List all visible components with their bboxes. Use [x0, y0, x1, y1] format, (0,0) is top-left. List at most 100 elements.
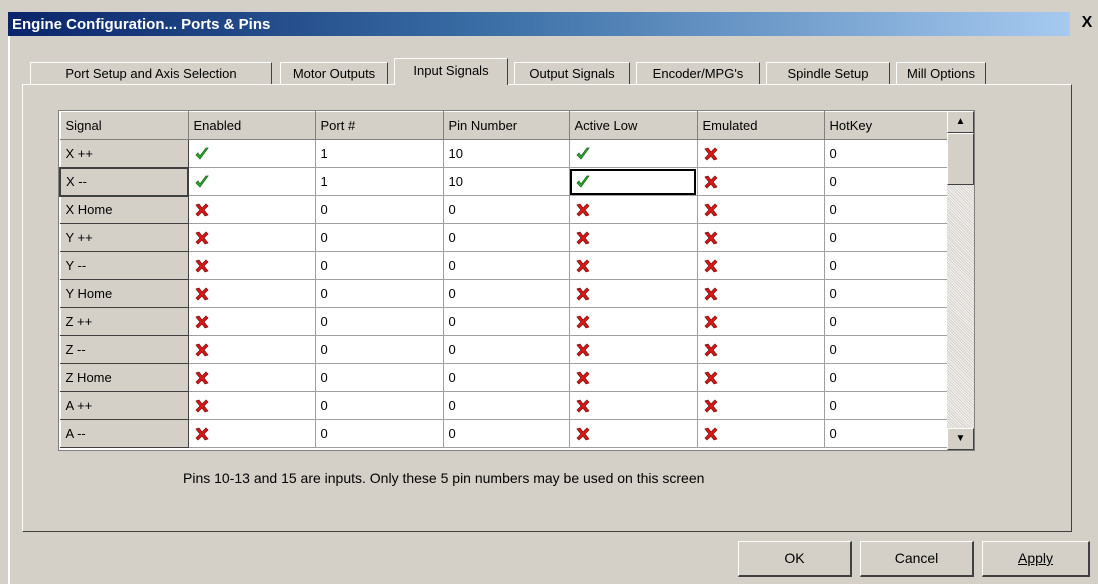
tab-encoder-mpg-s[interactable]: Encoder/MPG's [636, 62, 760, 84]
tab-spindle-setup[interactable]: Spindle Setup [766, 62, 890, 84]
enabled-cell[interactable] [188, 363, 316, 392]
hotkey-cell[interactable]: 0 [824, 391, 955, 420]
vertical-scrollbar[interactable]: ▲ ▼ [947, 111, 974, 450]
active-low-cell[interactable] [569, 279, 698, 308]
close-icon[interactable]: X [1078, 14, 1096, 32]
enabled-cell[interactable] [188, 307, 316, 336]
pin-number-cell[interactable]: 0 [443, 363, 570, 392]
port-cell[interactable]: 0 [315, 419, 444, 448]
port-cell[interactable]: 0 [315, 279, 444, 308]
port-cell[interactable]: 0 [315, 195, 444, 224]
column-header-signal[interactable]: Signal [59, 111, 189, 140]
active-low-cell[interactable] [569, 195, 698, 224]
active-low-cell[interactable] [569, 167, 698, 196]
active-low-cell[interactable] [569, 307, 698, 336]
pin-number-cell[interactable]: 0 [443, 419, 570, 448]
port-cell[interactable]: 0 [315, 251, 444, 280]
apply-button[interactable]: Apply [982, 541, 1090, 577]
active-low-cell[interactable] [569, 391, 698, 420]
hotkey-cell[interactable]: 0 [824, 279, 955, 308]
emulated-cell[interactable] [697, 419, 825, 448]
active-low-cell[interactable] [569, 139, 698, 168]
signal-cell[interactable]: X -- [59, 166, 189, 197]
enabled-cell[interactable] [188, 195, 316, 224]
signal-cell[interactable]: X Home [59, 195, 189, 224]
enabled-cell[interactable] [188, 167, 316, 196]
hotkey-cell[interactable]: 0 [824, 363, 955, 392]
hotkey-cell[interactable]: 0 [824, 167, 955, 196]
hotkey-cell[interactable]: 0 [824, 223, 955, 252]
cancel-button[interactable]: Cancel [860, 541, 974, 577]
column-header-pin-number[interactable]: Pin Number [442, 111, 570, 140]
emulated-cell[interactable] [697, 139, 825, 168]
port-cell[interactable]: 1 [315, 139, 444, 168]
emulated-cell[interactable] [697, 307, 825, 336]
port-cell[interactable]: 0 [315, 223, 444, 252]
enabled-cell[interactable] [188, 391, 316, 420]
emulated-cell[interactable] [697, 251, 825, 280]
pin-number-cell[interactable]: 0 [443, 279, 570, 308]
tab-port-setup-and-axis-selection[interactable]: Port Setup and Axis Selection [30, 62, 272, 84]
signal-cell[interactable]: X ++ [59, 139, 189, 168]
hotkey-cell[interactable]: 0 [824, 251, 955, 280]
enabled-cell[interactable] [188, 251, 316, 280]
active-low-cell[interactable] [569, 419, 698, 448]
pin-number-cell[interactable]: 0 [443, 335, 570, 364]
pin-number-cell[interactable]: 10 [443, 139, 570, 168]
enabled-cell[interactable] [188, 139, 316, 168]
ok-button[interactable]: OK [738, 541, 852, 577]
signal-cell[interactable]: Z ++ [59, 307, 189, 336]
port-cell[interactable]: 0 [315, 335, 444, 364]
column-header-port[interactable]: Port # [314, 111, 444, 140]
scroll-thumb[interactable] [947, 133, 974, 185]
column-header-emulated[interactable]: Emulated [696, 111, 825, 140]
pin-number-cell[interactable]: 0 [443, 307, 570, 336]
hotkey-cell[interactable]: 0 [824, 335, 955, 364]
port-cell[interactable]: 0 [315, 363, 444, 392]
hotkey-cell[interactable]: 0 [824, 419, 955, 448]
emulated-cell[interactable] [697, 279, 825, 308]
scroll-down-button[interactable]: ▼ [947, 428, 974, 450]
signal-cell[interactable]: Z Home [59, 363, 189, 392]
hotkey-cell[interactable]: 0 [824, 307, 955, 336]
active-low-cell[interactable] [569, 335, 698, 364]
signal-cell[interactable]: Z -- [59, 335, 189, 364]
hotkey-cell[interactable]: 0 [824, 195, 955, 224]
pin-number-cell[interactable]: 0 [443, 391, 570, 420]
active-low-cell[interactable] [569, 363, 698, 392]
pin-number-cell[interactable]: 0 [443, 251, 570, 280]
tab-output-signals[interactable]: Output Signals [514, 62, 630, 84]
emulated-cell[interactable] [697, 363, 825, 392]
tab-motor-outputs[interactable]: Motor Outputs [280, 62, 388, 84]
signal-cell[interactable]: A ++ [59, 391, 189, 420]
hotkey-cell[interactable]: 0 [824, 139, 955, 168]
pin-number-cell[interactable]: 0 [443, 195, 570, 224]
pin-number-cell[interactable]: 0 [443, 223, 570, 252]
column-header-active-low[interactable]: Active Low [568, 111, 698, 140]
emulated-cell[interactable] [697, 167, 825, 196]
emulated-cell[interactable] [697, 391, 825, 420]
active-low-cell[interactable] [569, 251, 698, 280]
tab-input-signals[interactable]: Input Signals [394, 58, 508, 85]
emulated-cell[interactable] [697, 223, 825, 252]
active-low-cell[interactable] [569, 223, 698, 252]
port-cell[interactable]: 0 [315, 307, 444, 336]
enabled-cell[interactable] [188, 279, 316, 308]
port-cell[interactable]: 1 [315, 167, 444, 196]
emulated-cell[interactable] [697, 335, 825, 364]
tab-mill-options[interactable]: Mill Options [896, 62, 986, 84]
column-header-enabled[interactable]: Enabled [187, 111, 316, 140]
emulated-cell[interactable] [697, 195, 825, 224]
scroll-up-button[interactable]: ▲ [947, 111, 974, 133]
signal-cell[interactable]: Y Home [59, 279, 189, 308]
enabled-cell[interactable] [188, 223, 316, 252]
enabled-cell[interactable] [188, 335, 316, 364]
pin-number-cell[interactable]: 10 [443, 167, 570, 196]
signal-cell[interactable]: Y ++ [59, 223, 189, 252]
signal-cell[interactable]: A -- [59, 419, 189, 448]
enabled-cell[interactable] [188, 419, 316, 448]
port-cell[interactable]: 0 [315, 391, 444, 420]
table-row: X ++ 1 10 0 [59, 139, 955, 168]
column-header-hotkey[interactable]: HotKey [823, 111, 955, 140]
signal-cell[interactable]: Y -- [59, 251, 189, 280]
